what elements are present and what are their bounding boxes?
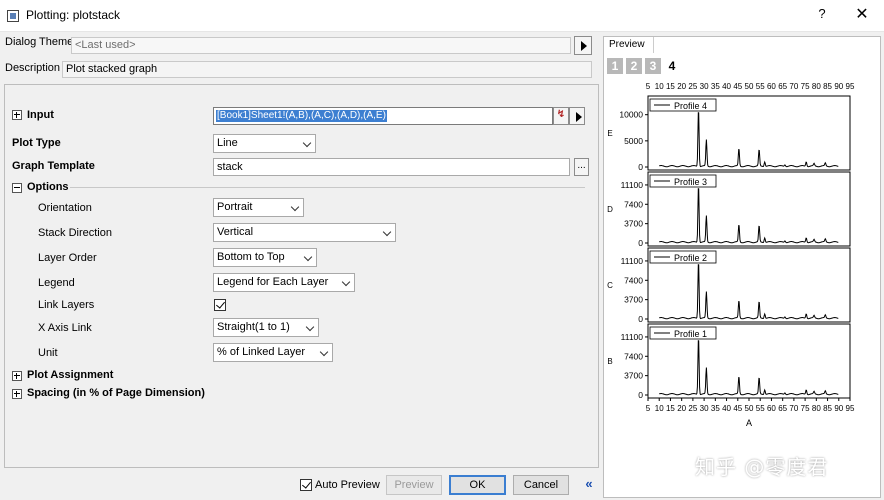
orientation-value: Portrait xyxy=(217,201,253,213)
chevron-down-icon xyxy=(302,138,312,148)
options-collapse-icon[interactable] xyxy=(12,183,22,193)
plot-type-select[interactable]: Line xyxy=(213,134,316,153)
plot-assignment-expand-icon[interactable] xyxy=(12,371,22,381)
orientation-select[interactable]: Portrait xyxy=(213,198,304,217)
graph-template-label: Graph Template xyxy=(12,160,95,172)
stack-direction-value: Vertical xyxy=(217,226,254,238)
ok-button[interactable]: OK xyxy=(449,475,506,495)
x-axis-link-value: Straight(1 to 1) xyxy=(217,321,290,333)
layer-order-value: Bottom to Top xyxy=(217,251,285,263)
dialog-theme-field[interactable]: <Last used> xyxy=(71,37,571,54)
spacing-label: Spacing (in % of Page Dimension) xyxy=(27,387,205,399)
preview-button[interactable]: Preview xyxy=(386,475,442,495)
close-button[interactable]: ✕ xyxy=(852,4,872,24)
page-tab-4[interactable]: 4 xyxy=(664,58,680,74)
input-menu-button[interactable] xyxy=(569,107,585,125)
legend-value: Legend for Each Layer xyxy=(217,276,329,288)
orientation-label: Orientation xyxy=(38,202,92,214)
watermark: 知乎 @零度君 xyxy=(695,455,829,479)
description-field: Plot stacked graph xyxy=(62,61,592,78)
auto-preview-checkbox[interactable] xyxy=(300,479,312,491)
stack-direction-label: Stack Direction xyxy=(38,227,112,239)
app-icon xyxy=(7,10,19,22)
page-tab-1[interactable]: 1 xyxy=(607,58,623,74)
description-label: Description xyxy=(5,62,61,74)
help-button[interactable]: ? xyxy=(814,6,830,21)
chevron-down-icon xyxy=(319,347,329,357)
chevron-down-icon xyxy=(341,277,351,287)
options-divider xyxy=(70,187,585,188)
plot-type-value: Line xyxy=(217,137,238,149)
unit-label: Unit xyxy=(38,347,58,359)
link-layers-label: Link Layers xyxy=(38,299,95,311)
dialog-theme-label: Dialog Theme xyxy=(5,36,74,48)
x-axis-link-select[interactable]: Straight(1 to 1) xyxy=(213,318,319,337)
spacing-expand-icon[interactable] xyxy=(12,389,22,399)
graph-template-field[interactable]: stack xyxy=(213,158,570,176)
input-picker-icon[interactable]: ↯ xyxy=(553,107,569,125)
window-title: Plotting: plotstack xyxy=(26,8,121,22)
page-tab-3[interactable]: 3 xyxy=(645,58,661,74)
layer-order-select[interactable]: Bottom to Top xyxy=(213,248,317,267)
layer-order-label: Layer Order xyxy=(38,252,97,264)
input-expand-icon[interactable] xyxy=(12,110,22,120)
chevron-down-icon xyxy=(305,322,315,332)
chevron-down-icon xyxy=(382,227,392,237)
options-label: Options xyxy=(27,181,69,193)
tab-preview[interactable]: Preview xyxy=(604,37,654,53)
collapse-panel-button[interactable]: « xyxy=(581,475,597,495)
page-tab-2[interactable]: 2 xyxy=(626,58,642,74)
chevron-down-icon xyxy=(290,202,300,212)
legend-label: Legend xyxy=(38,277,75,289)
stack-direction-select[interactable]: Vertical xyxy=(213,223,396,242)
unit-value: % of Linked Layer xyxy=(217,346,306,358)
input-label: Input xyxy=(27,109,54,121)
plot-assignment-label: Plot Assignment xyxy=(27,369,114,381)
dialog-theme-menu-button[interactable] xyxy=(574,36,592,55)
graph-template-browse-button[interactable]: ... xyxy=(574,158,589,176)
cancel-button[interactable]: Cancel xyxy=(513,475,569,495)
unit-select[interactable]: % of Linked Layer xyxy=(213,343,333,362)
link-layers-checkbox[interactable] xyxy=(214,299,226,311)
auto-preview-label: Auto Preview xyxy=(315,479,380,491)
legend-select[interactable]: Legend for Each Layer xyxy=(213,273,355,292)
input-value: [Book1]Sheet1!(A,B),(A,C),(A,D),(A,E) xyxy=(216,110,387,122)
input-field[interactable]: [Book1]Sheet1!(A,B),(A,C),(A,D),(A,E) xyxy=(213,107,553,125)
chevron-down-icon xyxy=(303,252,313,262)
x-axis-link-label: X Axis Link xyxy=(38,322,92,334)
preview-panel xyxy=(603,36,881,498)
title-bar: Plotting: plotstack ? ✕ xyxy=(0,0,884,32)
plot-type-label: Plot Type xyxy=(12,137,61,149)
